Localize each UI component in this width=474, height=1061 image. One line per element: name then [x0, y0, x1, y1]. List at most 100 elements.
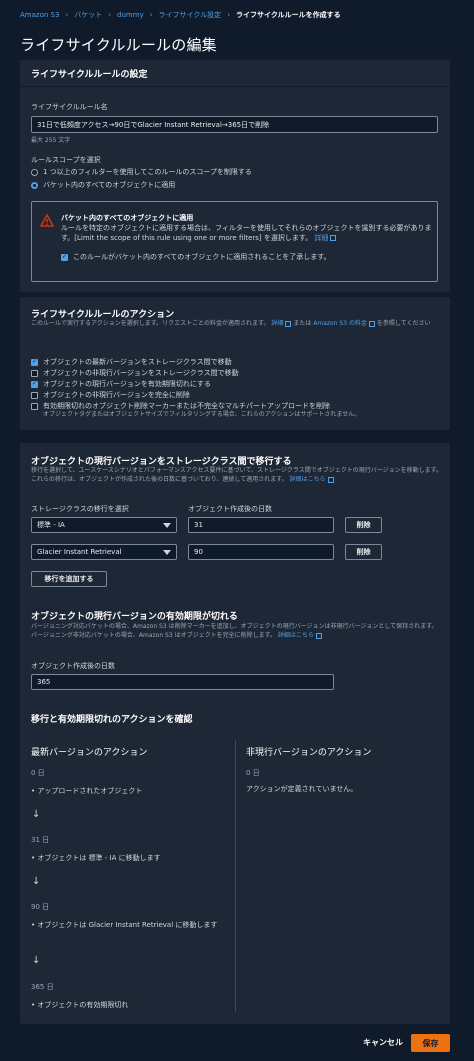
action-option-label: オブジェクトの非現行バージョンを完全に削除	[43, 391, 190, 399]
breadcrumb: Amazon S3 › バケット › dummy › ライフサイクル設定 › ラ…	[20, 10, 341, 20]
noncurrent-text: アクションが定義されていません。	[246, 785, 358, 793]
action-checkbox[interactable]	[31, 402, 38, 410]
scope-option-all-label: バケット内のすべてのオブジェクトに適用	[43, 181, 176, 189]
transition-desc-text: 移行を選択して、ユースケースシナリオとパフォーマンスアクセス要件に基づいて、スト…	[31, 467, 443, 483]
actions-panel: ライフサイクルルールのアクション このルールで実行するアクションを選択します。リ…	[20, 297, 450, 430]
action-option-label: オブジェクトの最新バージョンをストレージクラス間で移動	[43, 358, 232, 366]
action-checkbox[interactable]	[31, 369, 38, 377]
scope-option-all[interactable]: バケット内のすべてのオブジェクトに適用	[31, 180, 175, 190]
rule-name-input[interactable]: 31日で低頻度アクセス→90日でGlacier Instant Retrieva…	[31, 116, 438, 133]
timeline-day: 365 日	[31, 983, 54, 991]
timeline-day: 0 日	[31, 769, 45, 777]
timeline-action: • オブジェクトは Glacier Instant Retrieval に移動し…	[31, 921, 218, 929]
alert-body-text: ルールを特定のオブジェクトに適用する場合は、フィルターを使用してそれらのオブジェ…	[61, 224, 432, 242]
timeline-action-text: アップロードされたオブジェクト	[37, 787, 143, 795]
radio-all[interactable]	[31, 181, 38, 189]
warning-alert: バケット内のすべてのオブジェクトに適用 ルールを特定のオブジェクトに適用する場合…	[31, 201, 438, 282]
scope-option-filter[interactable]: 1 つ以上のフィルターを使用してこのルールのスコープを制限する	[31, 167, 252, 177]
timeline-action: • オブジェクトは 標準 - IA に移動します	[31, 854, 161, 862]
review-title: 移行と有効期限切れのアクションを確認	[31, 715, 193, 725]
action-option[interactable]: オブジェクトの非現行バージョンを完全に削除	[31, 390, 190, 400]
breadcrumb-current: ライフサイクルルールを作成する	[236, 11, 341, 19]
current-actions-title: 最新バージョンのアクション	[31, 748, 148, 758]
breadcrumb-amazon-s3[interactable]: Amazon S3	[20, 11, 59, 19]
page-title: ライフサイクルルールの編集	[20, 36, 217, 54]
action-option[interactable]: ✓ オブジェクトの現行バージョンを有効期限切れにする	[31, 379, 211, 389]
timeline-day: 31 日	[31, 836, 50, 844]
timeline-day: 90 日	[31, 903, 50, 911]
transition-days-input[interactable]: 31	[188, 517, 334, 533]
transition-days-input[interactable]: 90	[188, 544, 334, 560]
storage-class-select[interactable]: 標準 - IA	[31, 517, 177, 533]
noncurrent-actions-title: 非現行バージョンのアクション	[246, 748, 372, 758]
action-checkbox[interactable]	[31, 391, 38, 399]
breadcrumb-lifecycle[interactable]: ライフサイクル設定	[159, 10, 222, 20]
action-option-label: オブジェクトの非現行バージョンをストレージクラス間で移動	[43, 369, 239, 377]
expiration-days-input[interactable]: 365	[31, 674, 334, 690]
expiration-title: オブジェクトの現行バージョンの有効期限が切れる	[31, 612, 238, 622]
save-button[interactable]: 保存	[411, 1034, 450, 1052]
chevron-right-icon: ›	[108, 11, 112, 19]
storage-class-label: ストレージクラスの移行を選択	[31, 505, 129, 513]
ack-checkbox-row[interactable]: ✓ このルールがバケット内のすべてのオブジェクトに適用されることを了承します。	[61, 252, 331, 262]
arrow-down-icon: ↓	[32, 955, 41, 966]
action-option-label: オブジェクトの現行バージョンを有効期限切れにする	[43, 380, 211, 388]
cancel-button[interactable]: キャンセル	[363, 1037, 403, 1048]
actions-learn-more-link[interactable]: 詳細	[271, 320, 283, 327]
alert-body: ルールを特定のオブジェクトに適用する場合は、フィルターを使用してそれらのオブジェ…	[61, 223, 436, 243]
ack-label: このルールがバケット内のすべてのオブジェクトに適用されることを了承します。	[73, 253, 331, 261]
action-checkbox[interactable]: ✓	[31, 380, 38, 388]
config-panel-header: ライフサイクルルールの設定	[20, 60, 450, 87]
caret-down-icon	[163, 549, 171, 555]
rule-name-label: ライフサイクルルール名	[31, 103, 108, 111]
breadcrumb-bucket-name[interactable]: dummy	[117, 11, 144, 19]
chevron-right-icon: ›	[65, 11, 69, 19]
timeline-action-text: オブジェクトは 標準 - IA に移動します	[37, 854, 161, 862]
chevron-right-icon: ›	[227, 11, 230, 19]
storage-class-value: Glacier Instant Retrieval	[37, 548, 122, 556]
expiration-days-label: オブジェクト作成後の日数	[31, 662, 115, 670]
noncurrent-day: 0 日	[246, 769, 260, 777]
warning-icon	[40, 214, 54, 227]
breadcrumb-buckets[interactable]: バケット	[74, 10, 102, 20]
expiration-desc-text: バージョニング対応バケットの場合、Amazon S3 は削除マーカーを追加し、オ…	[31, 623, 438, 639]
action-checkbox[interactable]: ✓	[31, 358, 38, 366]
external-link-icon	[285, 320, 292, 327]
timeline-action-text: オブジェクトの有効期限切れ	[37, 1001, 129, 1009]
action-option[interactable]: ✓ オブジェクトの最新バージョンをストレージクラス間で移動	[31, 357, 232, 367]
review-column-divider	[235, 740, 236, 1012]
add-transition-button[interactable]: 移行を追加する	[31, 571, 107, 587]
s3-pricing-link[interactable]: Amazon S3 の料金	[313, 320, 367, 327]
external-link-icon	[315, 632, 322, 639]
storage-class-select[interactable]: Glacier Instant Retrieval	[31, 544, 177, 560]
alert-title: バケット内のすべてのオブジェクトに適用	[61, 214, 194, 222]
days-label: オブジェクト作成後の日数	[188, 505, 272, 513]
expiration-description: バージョニング対応バケットの場合、Amazon S3 は削除マーカーを追加し、オ…	[31, 622, 443, 640]
actions-desc-mid: または	[293, 320, 312, 327]
actions-description: このルールで実行するアクションを選択します。リクエストごとの料金が適用されます。…	[31, 319, 441, 328]
external-link-icon	[327, 476, 334, 483]
radio-filter[interactable]	[31, 168, 38, 176]
scope-label: ルールスコープを選択	[31, 156, 101, 164]
storage-class-value: 標準 - IA	[37, 521, 65, 529]
alert-learn-more-link[interactable]: 詳細	[314, 234, 328, 242]
timeline-action: • オブジェクトの有効期限切れ	[31, 1001, 129, 1009]
external-link-icon	[368, 320, 375, 327]
actions-desc-suffix: を参照してください	[376, 320, 431, 327]
scope-option-filter-label: 1 つ以上のフィルターを使用してこのルールのスコープを制限する	[43, 168, 252, 176]
caret-down-icon	[163, 522, 171, 528]
transition-learn-more-link[interactable]: 詳細はこちら	[290, 476, 326, 483]
rule-name-hint: 最大 255 文字	[31, 137, 71, 144]
action-option[interactable]: オブジェクトの非現行バージョンをストレージクラス間で移動	[31, 368, 239, 378]
expiration-learn-more-link[interactable]: 詳細はこちら	[278, 632, 314, 639]
remove-transition-button[interactable]: 削除	[345, 517, 382, 533]
timeline-action: • アップロードされたオブジェクト	[31, 787, 143, 795]
config-panel: ライフサイクルルールの設定 ライフサイクルルール名 31日で低頻度アクセス→90…	[20, 60, 450, 292]
ack-checkbox[interactable]: ✓	[61, 253, 68, 261]
chevron-right-icon: ›	[149, 11, 153, 19]
arrow-down-icon: ↓	[32, 876, 41, 887]
action-option-note: オブジェクトタグまたはオブジェクトサイズでフィルタリングする場合、これらのアクシ…	[43, 411, 361, 418]
timeline-action-text: オブジェクトは Glacier Instant Retrieval に移動します	[37, 921, 218, 929]
transition-description: 移行を選択して、ユースケースシナリオとパフォーマンスアクセス要件に基づいて、スト…	[31, 466, 443, 484]
remove-transition-button[interactable]: 削除	[345, 544, 382, 560]
